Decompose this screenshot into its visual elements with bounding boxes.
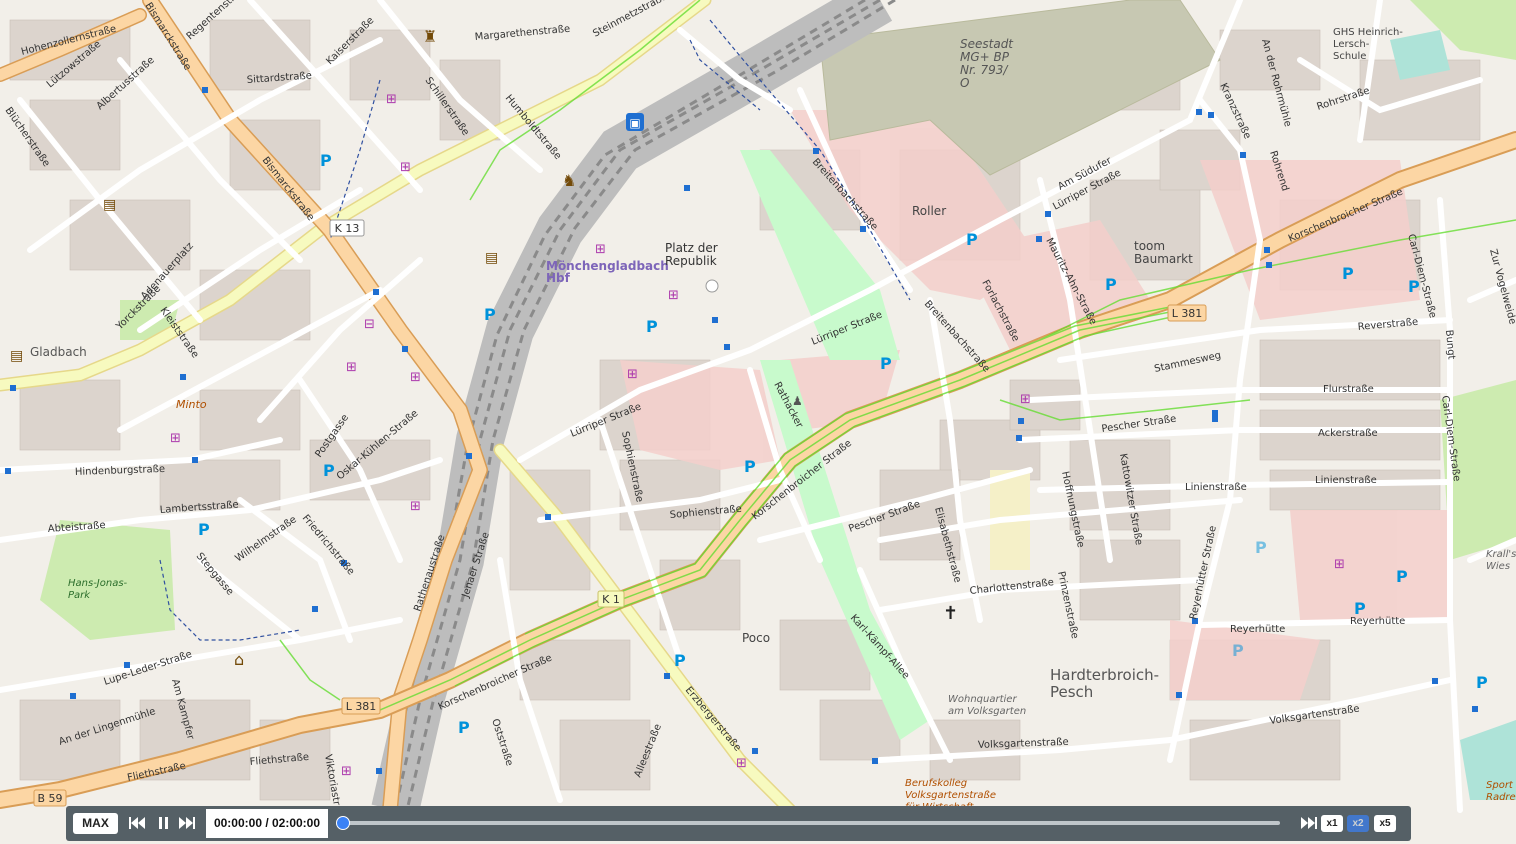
time-display: 00:00:00 / 02:00:00	[206, 809, 328, 838]
shield-k1: K 1	[597, 590, 625, 608]
parking-icon: P	[458, 718, 470, 737]
fountain-icon	[705, 279, 719, 293]
parking-icon: P	[1476, 673, 1488, 692]
parking-icon: P	[1255, 538, 1267, 557]
street-label: Linienstraße	[1315, 475, 1377, 486]
shop-icon: ⊞	[627, 367, 638, 382]
playback-bar: MAX 00:00:00 / 02:00:00 x1 x2 x5	[66, 806, 1411, 841]
parking-icon: P	[484, 305, 496, 324]
shield-l381: L 381	[1167, 304, 1207, 322]
shop-icon: ⊞	[170, 431, 181, 446]
parking-icon: P	[1342, 264, 1354, 283]
shop-icon: ⊞	[668, 288, 679, 303]
map-canvas[interactable]: K 13 L 381 L 381 K 1 B 59 P P P P P P P …	[0, 0, 1516, 844]
svg-text:B 59: B 59	[37, 792, 62, 805]
pause-icon[interactable]	[154, 815, 172, 831]
library-icon: ▤	[485, 250, 498, 266]
parking-icon: P	[1396, 567, 1408, 586]
parking-icon: P	[744, 457, 756, 476]
shop-icon: ⊞	[400, 160, 411, 175]
svg-text:▣: ▣	[629, 116, 640, 130]
shop-icon: ⊞	[386, 92, 397, 107]
svg-text:L 381: L 381	[346, 700, 377, 713]
shop-icon: ⊞	[1020, 392, 1031, 407]
svg-text:K 13: K 13	[335, 222, 360, 235]
library-icon: ▤	[103, 197, 116, 213]
square-label: Platz der Republik	[665, 241, 718, 268]
shield-k13: K 13	[329, 219, 365, 237]
speed-x2-button[interactable]: x2	[1347, 815, 1369, 832]
progress-track[interactable]	[339, 821, 1280, 825]
shop-icon: ⊞	[410, 499, 421, 514]
parking-icon: P	[323, 461, 335, 480]
street-label: Reyerhütte	[1350, 616, 1405, 627]
street-label: Flurstraße	[1323, 384, 1374, 395]
shop-icon: ⊞	[410, 370, 421, 385]
parking-icon: P	[320, 151, 332, 170]
shop-icon: ⊞	[346, 360, 357, 375]
street-label: Reyerhütte	[1230, 624, 1285, 635]
poi-label-gladbach: Gladbach	[30, 345, 87, 359]
area-label-wohnquartier: Wohnquartier am Volksgarten	[948, 694, 1026, 717]
skip-back-icon[interactable]	[128, 815, 146, 831]
monument-icon: ♞	[562, 171, 576, 190]
parking-icon: P	[966, 230, 978, 249]
street-label: Linienstraße	[1185, 482, 1247, 493]
poi-label-sport: SportRadrer	[1486, 780, 1516, 803]
shield-b59: B 59	[33, 789, 67, 807]
skip-end-icon[interactable]	[1300, 815, 1318, 831]
parking-icon: P	[880, 354, 892, 373]
parking-icon: P	[1232, 641, 1244, 660]
poi-label-poco: Poco	[742, 631, 770, 645]
svg-text:L 381: L 381	[1172, 307, 1203, 320]
parking-icon: P	[674, 651, 686, 670]
shop-icon: ⊞	[341, 764, 352, 779]
max-button[interactable]: MAX	[73, 813, 118, 834]
street-label: Ackerstraße	[1318, 428, 1378, 439]
place-of-worship-icon: ♜	[423, 27, 437, 46]
shop-icon: ⊞	[595, 242, 606, 257]
shop-icon: ⊞	[736, 756, 747, 771]
progress-knob[interactable]	[336, 816, 350, 830]
poi-label-minto: Minto	[176, 398, 207, 411]
poi-label-roller: Roller	[912, 204, 946, 218]
speed-x1-button[interactable]: x1	[1321, 815, 1343, 832]
museum-icon: ⌂	[234, 650, 244, 669]
library-icon: ▤	[10, 348, 23, 364]
speed-x5-button[interactable]: x5	[1374, 815, 1396, 832]
shield-l381b: L 381	[341, 697, 381, 715]
shop-icon: ⊞	[1334, 557, 1345, 572]
shop-icon: ⊟	[364, 317, 375, 332]
skip-forward-icon[interactable]	[178, 815, 196, 831]
parking-icon: P	[646, 317, 658, 336]
church-icon: ✝	[943, 603, 958, 624]
svg-text:K 1: K 1	[602, 593, 620, 606]
parking-icon: P	[1105, 275, 1117, 294]
parking-icon: P	[198, 520, 210, 539]
